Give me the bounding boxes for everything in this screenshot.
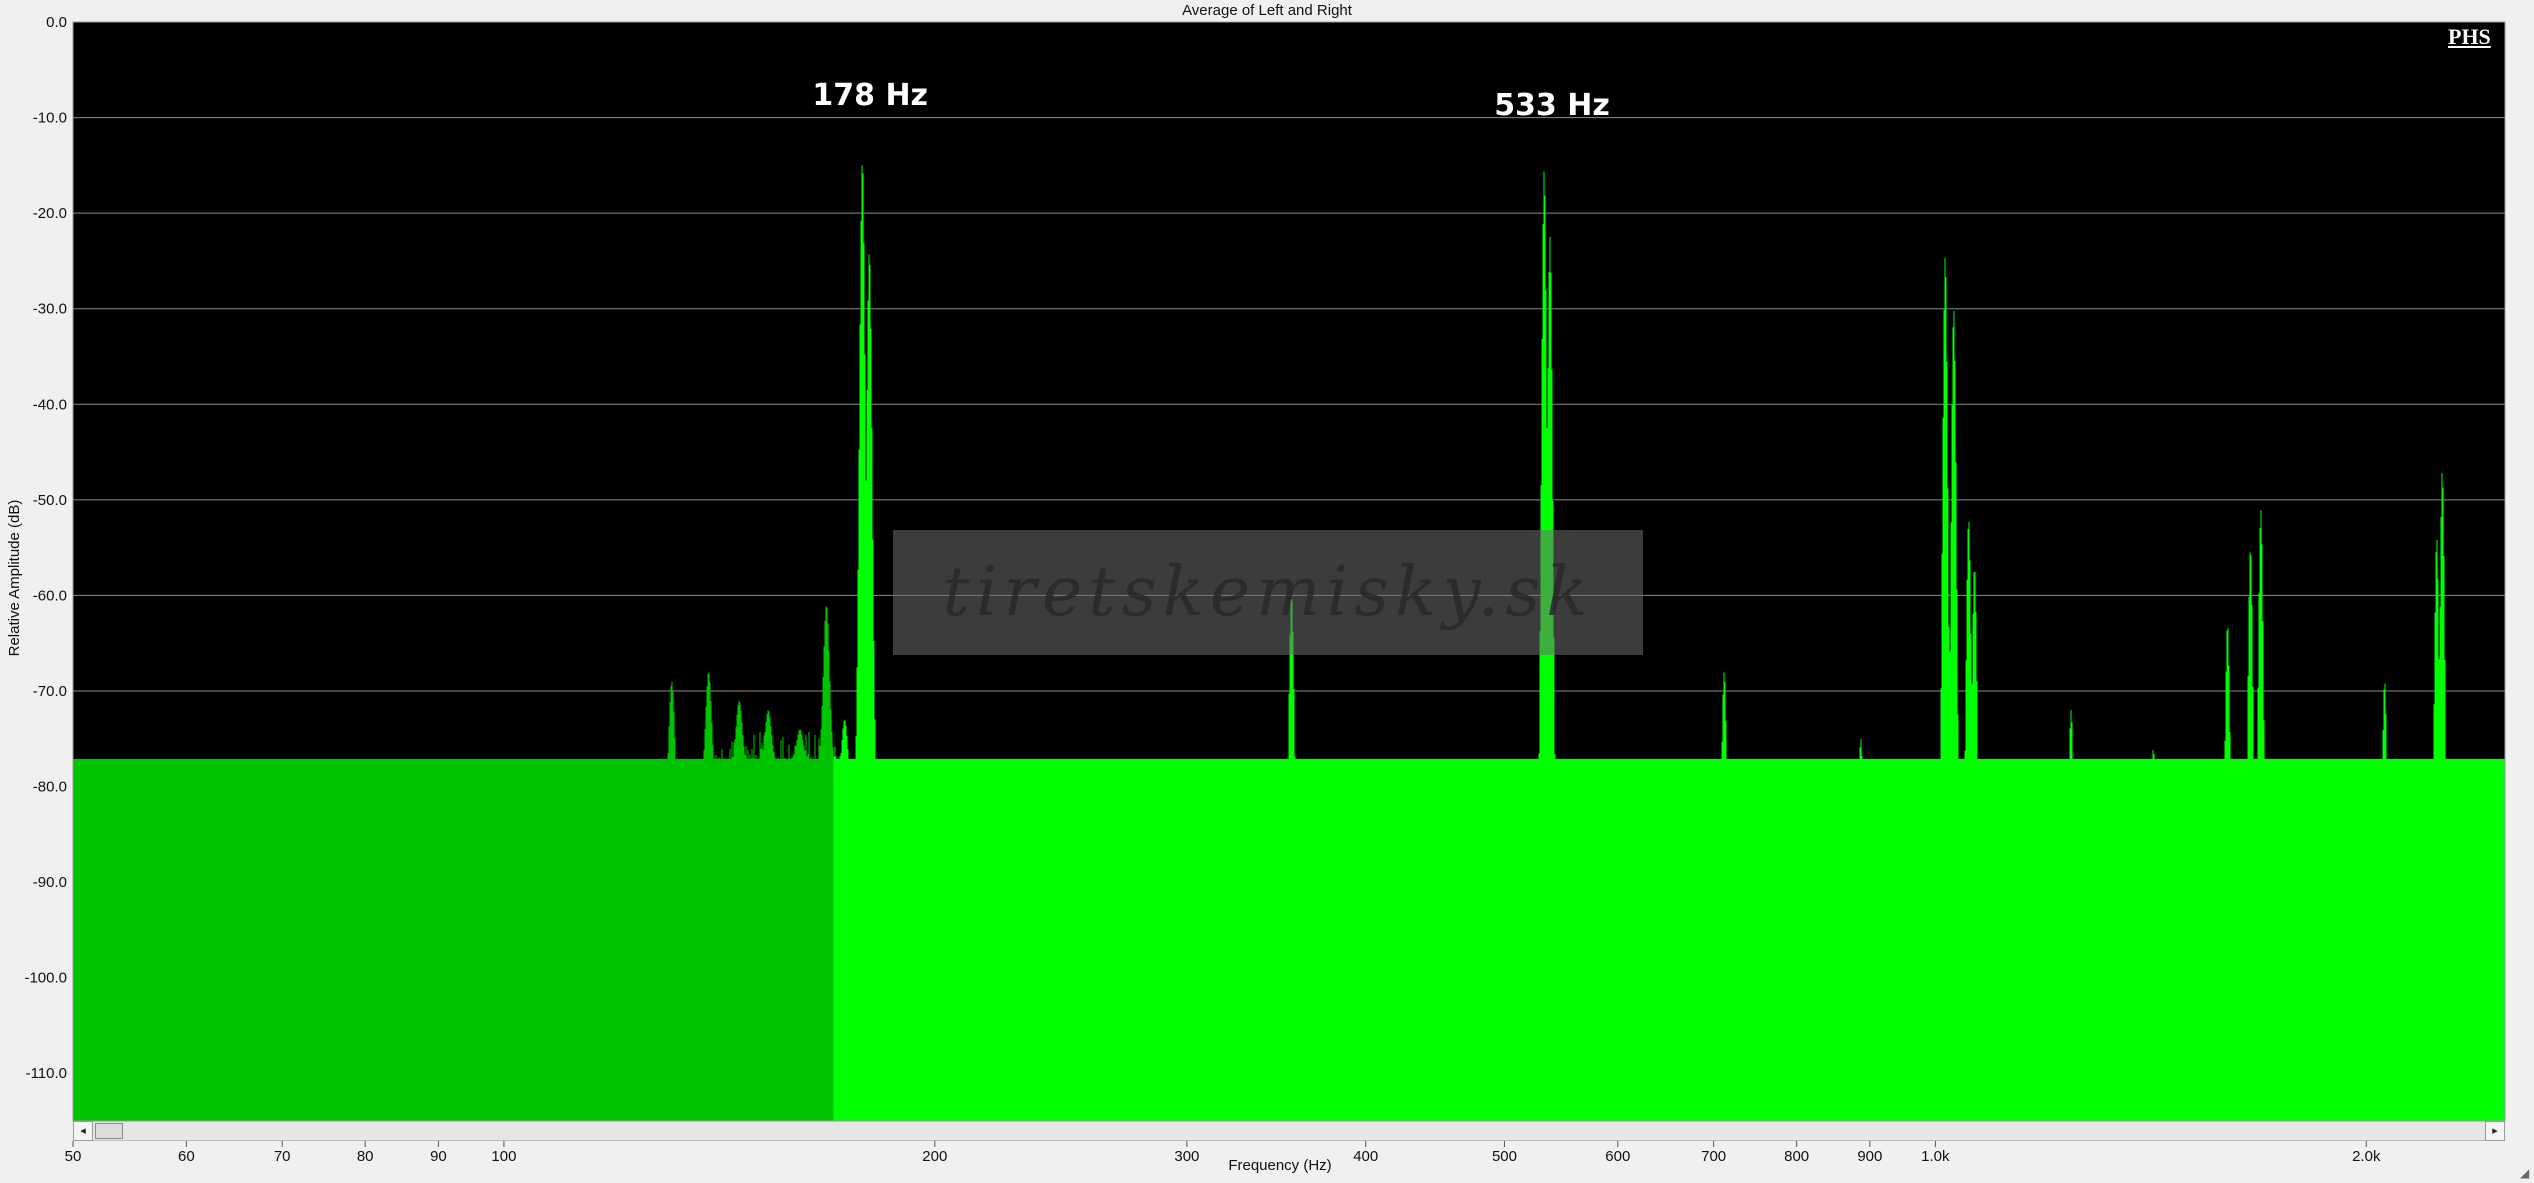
resize-grip-icon: ◢ bbox=[2520, 1166, 2530, 1180]
x-tick-label: 2.0k bbox=[2352, 1148, 2381, 1165]
y-tick-label: -80.0 bbox=[33, 779, 67, 796]
annotation-533hz: 533 Hz bbox=[1494, 87, 1610, 123]
x-tick-label: 600 bbox=[1605, 1148, 1630, 1165]
y-tick-label: -20.0 bbox=[33, 205, 67, 222]
x-tick-label: 90 bbox=[430, 1148, 447, 1165]
y-tick-label: -70.0 bbox=[33, 683, 67, 700]
y-tick-label: -40.0 bbox=[33, 396, 67, 413]
y-tick-label: -60.0 bbox=[33, 587, 67, 604]
y-tick-label: -90.0 bbox=[33, 874, 67, 891]
x-tick-label: 900 bbox=[1857, 1148, 1882, 1165]
y-tick-label: 0.0 bbox=[46, 14, 67, 31]
y-axis-ticks: 0.0 -10.0 -20.0 -30.0 -40.0 -50.0 -60.0 -70.0 -8… bbox=[24, 14, 67, 1082]
annotation-178hz: 178 Hz bbox=[812, 78, 929, 113]
x-tick-label: 1.0k bbox=[1921, 1148, 1950, 1165]
y-tick-label: -30.0 bbox=[33, 301, 67, 318]
x-tick-label: 700 bbox=[1701, 1148, 1726, 1165]
y-tick-label: -10.0 bbox=[33, 110, 67, 127]
x-tick-label: 50 bbox=[65, 1148, 82, 1165]
scrollbar-thumb[interactable] bbox=[95, 1123, 123, 1139]
x-tick-label: 200 bbox=[922, 1148, 947, 1165]
x-tick-label: 500 bbox=[1492, 1148, 1517, 1165]
x-tick-label: 70 bbox=[274, 1148, 291, 1165]
x-axis-label: Frequency (Hz) bbox=[1228, 1157, 1332, 1174]
x-tick-label: 60 bbox=[178, 1148, 195, 1165]
x-tick-label: 80 bbox=[357, 1148, 374, 1165]
x-tick-label: 800 bbox=[1784, 1148, 1809, 1165]
phs-logo: PHS bbox=[2448, 24, 2491, 49]
y-tick-label: -100.0 bbox=[24, 970, 67, 987]
horizontal-scrollbar[interactable] bbox=[73, 1121, 2505, 1141]
x-tick-label: 100 bbox=[491, 1148, 516, 1165]
scroll-right-button[interactable]: ▸ bbox=[2485, 1121, 2505, 1141]
y-tick-label: -110.0 bbox=[26, 1065, 67, 1082]
y-tick-label: -50.0 bbox=[33, 492, 67, 509]
watermark: tiretskemisky.sk bbox=[893, 530, 1643, 655]
scroll-left-button[interactable]: ◂ bbox=[73, 1121, 93, 1141]
